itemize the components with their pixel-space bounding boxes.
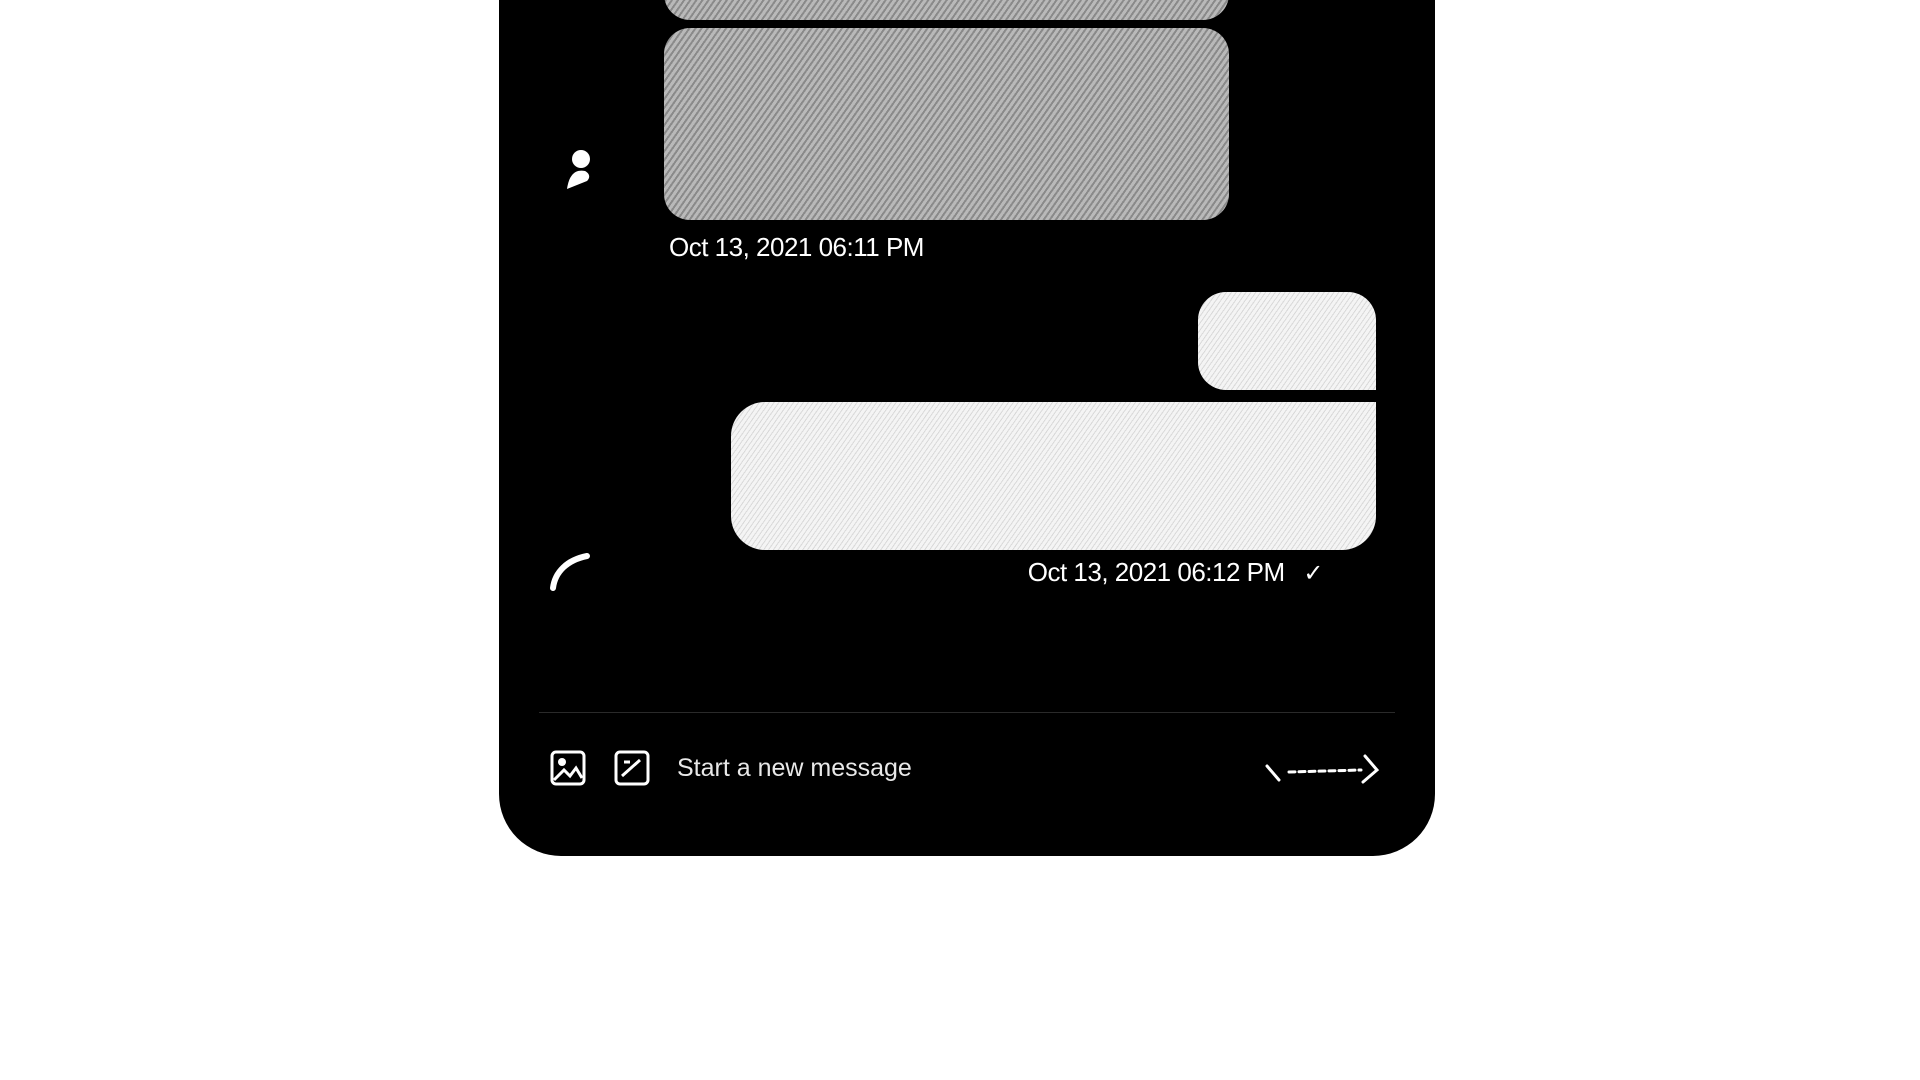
avatar-icon[interactable] (561, 145, 595, 193)
sent-message-timestamp-text: Oct 13, 2021 06:12 PM (1027, 557, 1285, 587)
sent-message-bubble[interactable] (731, 402, 1376, 550)
received-message-bubble[interactable] (664, 28, 1229, 220)
received-message-bubble-partial[interactable] (664, 0, 1229, 20)
received-message-timestamp: Oct 13, 2021 06:11 PM (669, 232, 924, 263)
sent-message-bubble-small[interactable] (1198, 292, 1376, 390)
send-icon[interactable] (1257, 746, 1387, 790)
media-icon[interactable] (547, 747, 589, 789)
gif-icon[interactable] (611, 747, 653, 789)
message-input[interactable] (675, 743, 1257, 793)
chat-panel: Oct 13, 2021 06:11 PM Oct 13, 2021 06:12… (499, 0, 1435, 856)
loading-spinner-icon (545, 540, 603, 598)
message-composer (547, 740, 1387, 796)
page: Oct 13, 2021 06:11 PM Oct 13, 2021 06:12… (0, 0, 1920, 1080)
sent-message-timestamp: Oct 13, 2021 06:12 PM ✓ (1027, 557, 1324, 588)
composer-divider (539, 712, 1395, 713)
received-message-timestamp-text: Oct 13, 2021 06:11 PM (669, 232, 924, 262)
checkmark-icon: ✓ (1303, 560, 1323, 587)
